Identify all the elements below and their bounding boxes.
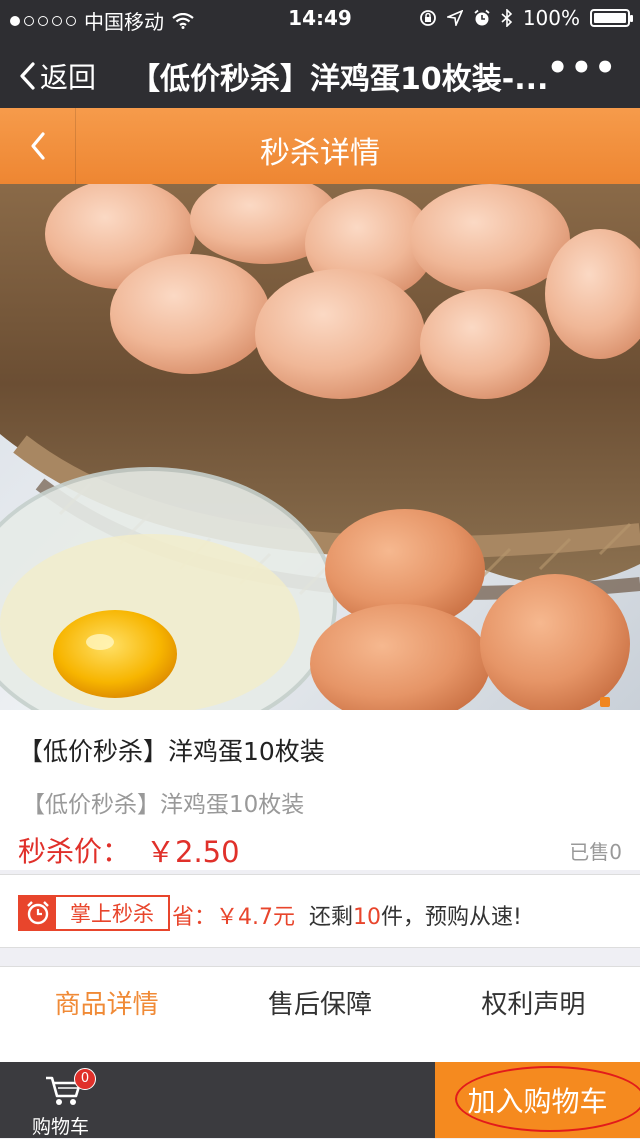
carousel-indicator [600,697,610,707]
remain-suffix: 件，预购从速! [381,905,522,930]
bluetooth-icon [501,9,512,27]
product-subtitle: 【低价秒杀】洋鸡蛋10枚装 [22,792,305,818]
orientation-lock-icon [419,10,436,26]
bottom-bar: 0 购物车 加入购物车 [0,1062,640,1138]
promo-text: 省：￥4.7元 还剩10件，预购从速! [172,899,522,931]
remain-prefix: 还剩 [309,905,354,930]
eggs-basket-illustration [0,184,640,710]
remain-count: 10 [353,905,382,930]
product-info: 【低价秒杀】洋鸡蛋10枚装 【低价秒杀】洋鸡蛋10枚装 秒杀价： ￥2.50 已… [0,710,640,870]
cart-count-badge: 0 [74,1068,96,1090]
alarm-icon [474,9,490,26]
battery-percent: 100% [522,6,580,30]
location-icon [446,10,463,26]
product-name: 【低价秒杀】洋鸡蛋10枚装 [18,737,325,766]
status-right: 100% [419,6,633,30]
header-title: 秒杀详情 [260,136,380,171]
flash-sale-price: ￥2.50 [146,835,240,869]
alarm-clock-icon [27,901,49,925]
sold-count: 已售0 [569,840,622,864]
chevron-left-icon [20,62,35,90]
more-options-button[interactable]: ••• [547,48,618,88]
price-label: 秒杀价： [18,835,131,868]
cart-button[interactable]: 0 购物车 [24,1066,104,1138]
nav-bar: 返回 【低价秒杀】洋鸡蛋10枚装-... ••• [0,36,640,108]
tab-rights-statement[interactable]: 权利声明 [427,967,640,1062]
promo-banner: 掌上秒杀 省：￥4.7元 还剩10件，预购从速! [0,874,640,948]
save-amount: ￥4.7元 [216,905,296,930]
add-to-cart-button[interactable]: 加入购物车 [435,1062,640,1138]
highlight-circle-annotation [455,1066,640,1132]
badge-label: 掌上秒杀 [70,902,154,926]
detail-tabs: 商品详情 售后保障 权利声明 [0,966,640,1062]
back-label: 返回 [40,61,97,94]
tab-after-sales[interactable]: 售后保障 [213,967,426,1062]
status-bar: 中国移动 14:49 100% [0,0,640,36]
back-button[interactable]: 返回 [18,56,96,96]
cart-label: 购物车 [32,1116,90,1138]
detail-header: 秒杀详情 [0,108,640,184]
product-image [0,184,640,710]
battery-icon [590,9,633,27]
page-title: 【低价秒杀】洋鸡蛋10枚装-... [130,62,549,97]
save-label: 省： [172,905,217,930]
tab-product-details[interactable]: 商品详情 [0,967,213,1062]
flash-sale-badge: 掌上秒杀 [18,895,170,931]
